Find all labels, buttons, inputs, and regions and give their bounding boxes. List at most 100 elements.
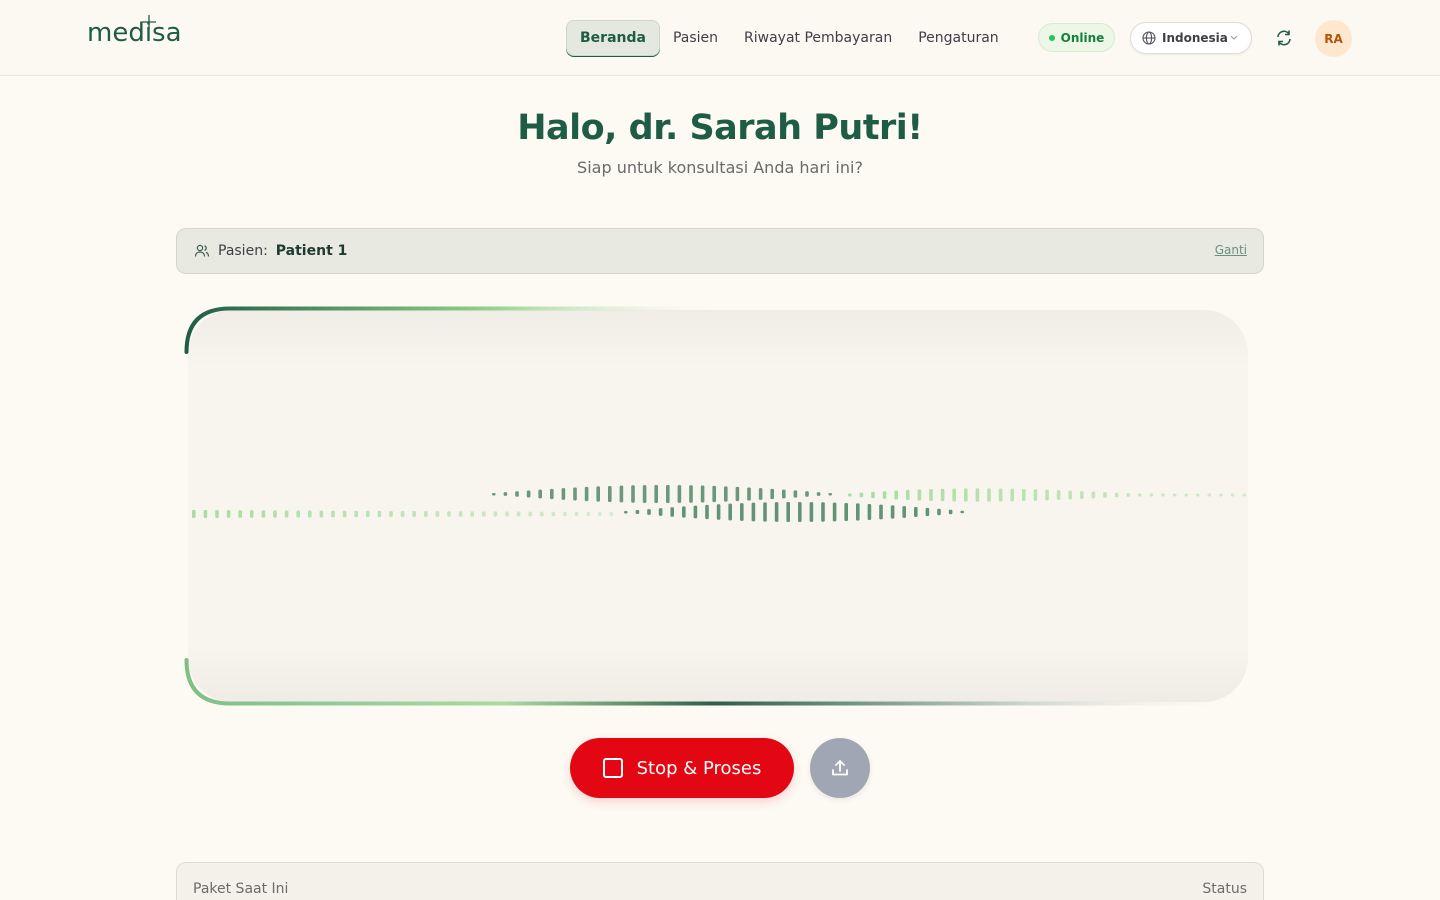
- waveform-bar: [503, 492, 508, 496]
- waveform-bar: [203, 510, 208, 518]
- waveform-canvas: [184, 306, 1248, 706]
- language-value: Indonesia: [1162, 31, 1228, 45]
- language-selector[interactable]: Indonesia: [1130, 22, 1252, 54]
- subscription-panel: Paket Saat Ini Status: [176, 862, 1264, 900]
- waveform-bar: [1033, 489, 1038, 501]
- status-dot-icon: [1048, 34, 1055, 41]
- waveform-bar: [526, 490, 531, 498]
- waveform-bar: [960, 510, 964, 514]
- waveform-bar: [412, 511, 416, 517]
- nav-beranda[interactable]: Beranda: [566, 20, 660, 56]
- waveform-bar: [937, 508, 941, 516]
- waveform-bar: [871, 491, 875, 499]
- waveform-bar: [261, 510, 266, 518]
- waveform-bar: [917, 489, 922, 501]
- waveform-bar: [798, 502, 802, 522]
- waveform-bar: [975, 488, 980, 502]
- waveform-bar: [774, 502, 779, 522]
- waveform-bar: [879, 504, 883, 520]
- stop-and-process-button[interactable]: Stop & Proses: [570, 738, 794, 798]
- nav-riwayat-pembayaran[interactable]: Riwayat Pembayaran: [731, 20, 905, 56]
- waveform-bar: [929, 489, 933, 501]
- waveform-bar: [856, 503, 860, 521]
- waveform-bar: [226, 510, 231, 518]
- upload-button[interactable]: [810, 738, 870, 798]
- waveform-bar: [805, 491, 809, 497]
- waveform-bar: [551, 511, 556, 517]
- waveform-bar: [1056, 490, 1061, 500]
- waveform-bar: [435, 511, 440, 517]
- waveform-bar: [1080, 491, 1084, 499]
- waveform-bar: [482, 511, 486, 517]
- waveform-bar: [1230, 493, 1235, 497]
- waveform-bar: [786, 502, 790, 522]
- waveform-bar: [716, 504, 721, 520]
- waveform-bar: [1172, 493, 1177, 497]
- waveform-bar: [948, 509, 953, 515]
- waveform-bar: [447, 511, 451, 517]
- waveform-bar: [832, 502, 837, 522]
- waveform-bar: [770, 488, 774, 500]
- nav-pengaturan[interactable]: Pengaturan: [905, 20, 1011, 56]
- main-nav: Beranda Pasien Riwayat Pembayaran Pengat…: [566, 20, 1012, 56]
- refresh-icon[interactable]: [1274, 28, 1294, 48]
- waveform-bar: [586, 511, 590, 517]
- waveform-bar: [998, 488, 1003, 502]
- waveform-bar: [809, 502, 814, 522]
- waveform-bar: [1068, 490, 1072, 500]
- page-subtitle: Siap untuk konsultasi Anda hari ini?: [577, 158, 863, 177]
- waveform-bar: [1010, 488, 1014, 502]
- waveform-bar: [573, 487, 577, 501]
- waveform-bar: [867, 504, 872, 520]
- waveform-bar: [470, 511, 474, 517]
- top-header: medisa Beranda Pasien Riwayat Pembayaran…: [0, 0, 1440, 76]
- waveform-bar: [331, 510, 335, 518]
- waveform-bar: [906, 489, 910, 501]
- waveform-bar: [400, 510, 405, 518]
- waveform-bar: [1022, 488, 1026, 502]
- waveform-bar: [693, 505, 698, 519]
- user-avatar[interactable]: RA: [1315, 20, 1352, 57]
- waveform-bar: [677, 485, 682, 503]
- waveform-bar: [354, 510, 358, 518]
- waveform-bar: [782, 489, 786, 499]
- waveform-bar: [987, 488, 991, 502]
- nav-pasien[interactable]: Pasien: [660, 20, 731, 56]
- selected-patient-bar: Pasien: Patient 1 Ganti: [176, 228, 1264, 274]
- waveform-bar: [424, 511, 428, 517]
- waveform-bar: [635, 510, 640, 514]
- waveform-bar: [844, 502, 848, 522]
- change-patient-link[interactable]: Ganti: [1215, 243, 1247, 257]
- waveform-bar: [192, 510, 196, 518]
- waveform-bar: [1149, 493, 1154, 497]
- globe-icon: [1142, 31, 1156, 45]
- waveform-bar: [700, 485, 705, 503]
- waveform-bar: [515, 491, 519, 497]
- waveform-bar: [821, 502, 825, 522]
- waveform-bar: [747, 487, 751, 501]
- waveform-bar: [793, 490, 798, 498]
- waveform-bar: [366, 510, 370, 518]
- waveform-bar: [1161, 493, 1165, 497]
- waveform-bar: [342, 510, 347, 518]
- waveform-bar: [689, 485, 693, 503]
- waveform-bar: [538, 489, 542, 499]
- waveform-bar: [215, 510, 219, 518]
- medisa-logo[interactable]: medisa: [87, 15, 182, 48]
- waveform-bar: [964, 488, 968, 502]
- waveform-bar: [596, 486, 600, 502]
- waveform-bar: [505, 511, 509, 517]
- online-status-badge: Online: [1038, 23, 1115, 52]
- waveform-bar: [238, 510, 242, 518]
- waveform-bar: [1045, 489, 1049, 501]
- waveform-bar: [670, 507, 674, 517]
- waveform-bar: [493, 511, 498, 517]
- waveform-bar: [666, 485, 670, 503]
- waveform-bar: [619, 485, 624, 503]
- waveform-bar: [1219, 493, 1223, 497]
- patient-prefix: Pasien:: [218, 243, 268, 259]
- waveform-bar: [563, 511, 567, 517]
- plan-status-label: Status: [1202, 881, 1247, 897]
- sparkle-icon: [142, 15, 156, 29]
- waveform-bar: [540, 511, 544, 517]
